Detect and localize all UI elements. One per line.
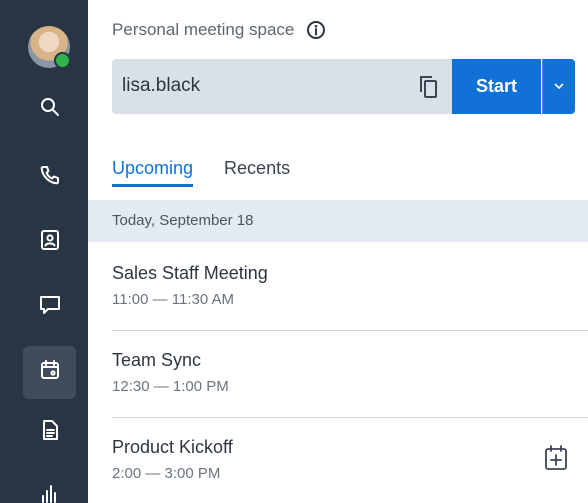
meeting-id-field[interactable]: lisa.black (112, 59, 452, 114)
tab-upcoming[interactable]: Upcoming (112, 158, 194, 187)
add-to-calendar-button[interactable] (540, 444, 572, 476)
sidebar-item-analytics[interactable] (23, 470, 76, 503)
start-options-dropdown[interactable] (542, 59, 575, 114)
meeting-title: Product Kickoff (112, 437, 233, 457)
meeting-time: 12:30 — 1:00 PM (112, 378, 229, 395)
meeting-time: 2:00 — 3:00 PM (112, 465, 221, 482)
pms-header: Personal meeting space (112, 20, 326, 40)
sidebar-item-meetings[interactable] (23, 346, 76, 399)
avatar[interactable] (28, 26, 71, 69)
date-label: Today, September 18 (112, 212, 254, 229)
date-group-header: Today, September 18 (88, 200, 588, 242)
sidebar-item-messages[interactable] (23, 281, 76, 334)
chevron-down-icon (553, 78, 565, 96)
start-button[interactable]: Start (452, 59, 541, 114)
sidebar (0, 0, 88, 503)
divider (112, 330, 588, 331)
divider (112, 417, 588, 418)
info-icon[interactable] (306, 20, 326, 40)
calendar-add-icon (543, 444, 569, 477)
sidebar-item-contacts[interactable] (23, 216, 76, 269)
copy-icon[interactable] (414, 73, 442, 101)
analytics-icon (38, 482, 62, 503)
chat-icon (38, 293, 62, 322)
meeting-item[interactable]: Sales Staff Meeting 11:00 — 11:30 AM (88, 245, 588, 331)
sidebar-item-calls[interactable] (23, 151, 76, 204)
sidebar-item-search[interactable] (23, 83, 76, 136)
meeting-item[interactable]: Team Sync 12:30 — 1:00 PM (88, 332, 588, 418)
search-icon (38, 95, 62, 124)
sidebar-item-files[interactable] (23, 406, 76, 459)
meeting-title: Team Sync (112, 350, 202, 370)
meeting-id-text: lisa.black (122, 75, 201, 96)
meeting-time: 11:00 — 11:30 AM (112, 291, 235, 308)
contacts-icon (38, 228, 62, 257)
tab-recents[interactable]: Recents (224, 158, 290, 187)
meeting-title: Sales Staff Meeting (112, 263, 268, 283)
pms-label: Personal meeting space (112, 20, 295, 39)
calendar-icon (38, 358, 62, 387)
phone-icon (38, 163, 62, 192)
presence-status-badge (54, 52, 71, 69)
meeting-tabs: Upcoming Recents (112, 158, 321, 187)
document-icon (38, 418, 62, 447)
app-window: Personal meeting space lisa.black Start … (0, 0, 588, 503)
meeting-item[interactable]: Product Kickoff 2:00 — 3:00 PM (88, 419, 588, 503)
main-panel: Personal meeting space lisa.black Start … (88, 0, 588, 503)
